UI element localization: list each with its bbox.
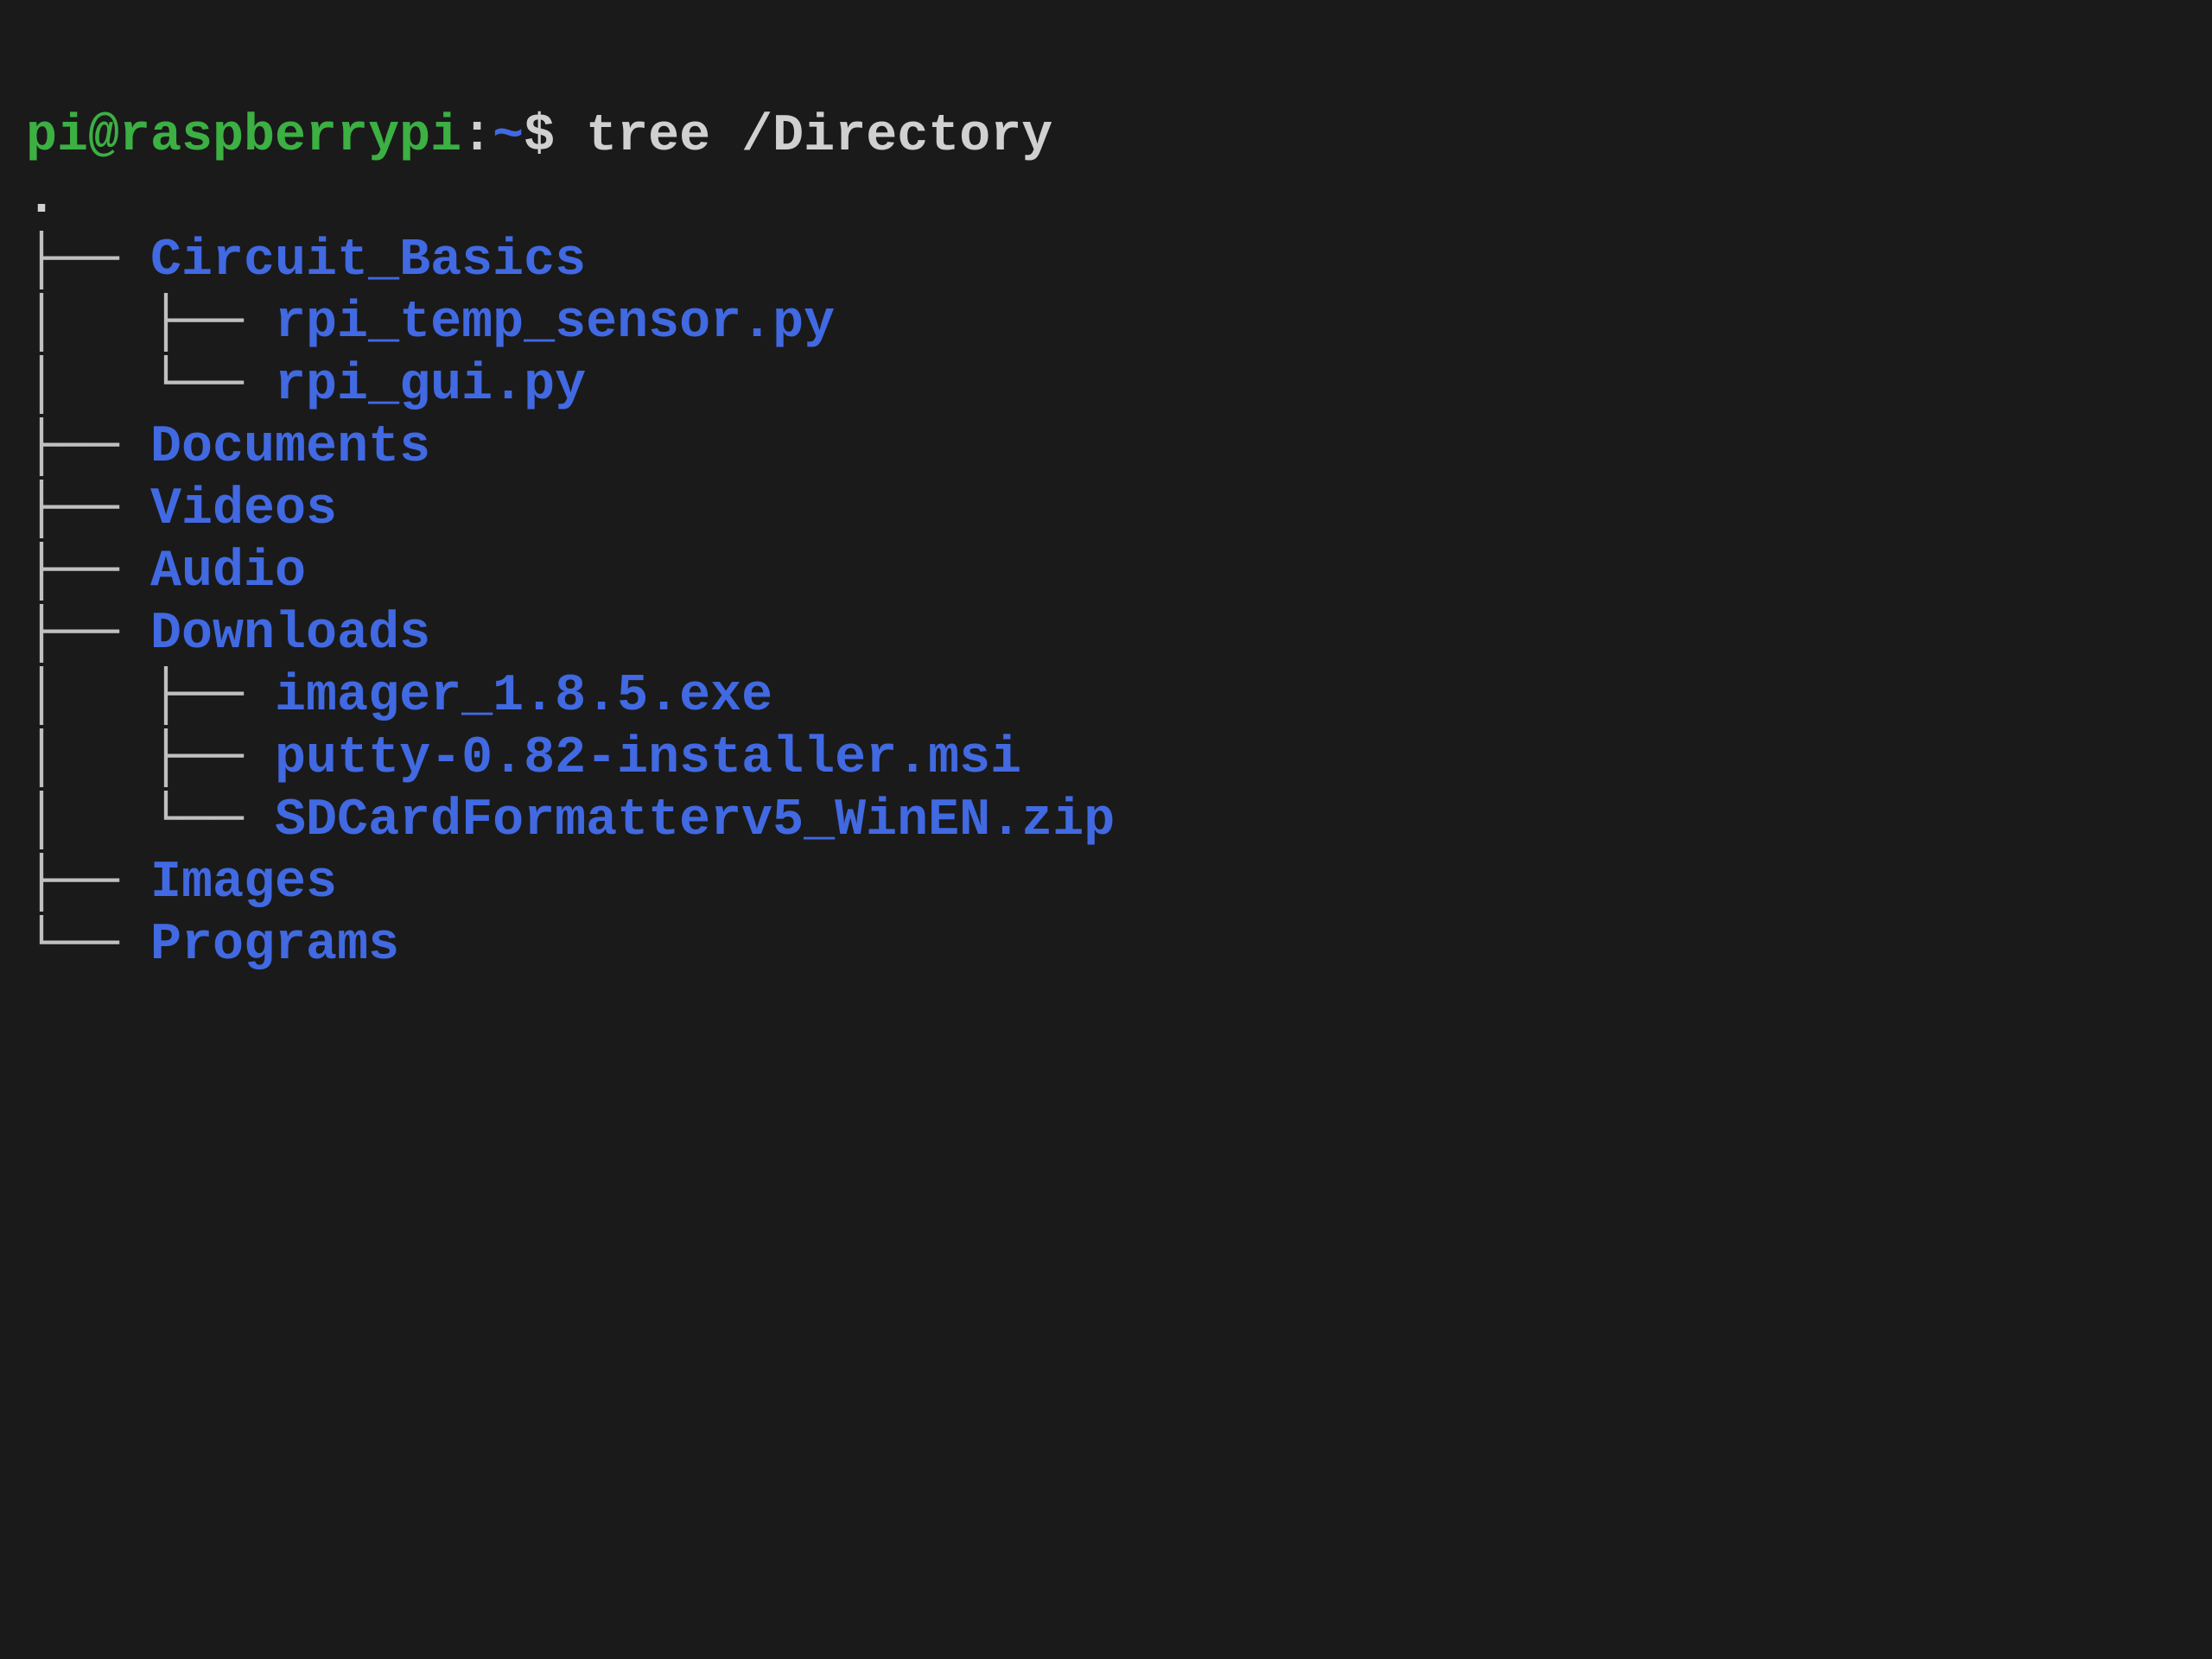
tree-entry-file: SDCardFormatterv5_WinEN.zip — [275, 791, 1115, 850]
tree-row: ├── Images — [26, 854, 337, 912]
tree-row: ├── Downloads — [26, 605, 430, 664]
tree-prefix: ├── — [26, 543, 150, 601]
prompt-path: ~ — [493, 107, 524, 166]
prompt-line: pi@raspberrypi:~$ tree /Directory — [26, 107, 1052, 166]
tree-root-dot: . — [26, 169, 57, 228]
tree-entry-dir: Programs — [150, 916, 399, 975]
tree-row: ├── Circuit_Basics — [26, 232, 586, 290]
tree-prefix: ├── — [26, 854, 150, 912]
tree-entry-file: putty-0.82-installer.msi — [275, 729, 1021, 788]
tree-row: └── Programs — [26, 916, 399, 975]
prompt-separator: : — [461, 107, 493, 166]
tree-prefix: ├── — [26, 232, 150, 290]
tree-entry-dir: Images — [150, 854, 337, 912]
tree-row: ├── Documents — [26, 418, 430, 477]
tree-entry-file: imager_1.8.5.exe — [275, 667, 772, 726]
command-text: tree /Directory — [586, 107, 1052, 166]
tree-prefix: │ ├── — [26, 729, 275, 788]
tree-entry-dir: Downloads — [150, 605, 430, 664]
tree-prefix: ├── — [26, 418, 150, 477]
tree-prefix: ├── — [26, 605, 150, 664]
tree-entry-dir: Videos — [150, 480, 337, 539]
tree-row: ├── Videos — [26, 480, 337, 539]
tree-prefix: │ ├── — [26, 294, 275, 353]
tree-row: │ └── SDCardFormatterv5_WinEN.zip — [26, 791, 1115, 850]
tree-prefix: │ ├── — [26, 667, 275, 726]
tree-entry-file: rpi_gui.py — [275, 356, 586, 415]
tree-entry-file: rpi_temp_sensor.py — [275, 294, 835, 353]
tree-prefix: │ └── — [26, 791, 275, 850]
tree-row: │ ├── imager_1.8.5.exe — [26, 667, 772, 726]
terminal-output: pi@raspberrypi:~$ tree /Directory . ├── … — [26, 43, 2186, 976]
tree-row: │ ├── putty-0.82-installer.msi — [26, 729, 1021, 788]
tree-prefix: │ └── — [26, 356, 275, 415]
tree-row: │ └── rpi_gui.py — [26, 356, 586, 415]
tree-entry-dir: Circuit_Basics — [150, 232, 586, 290]
tree-entry-dir: Documents — [150, 418, 430, 477]
tree-row: │ ├── rpi_temp_sensor.py — [26, 294, 835, 353]
prompt-user-host: pi@raspberrypi — [26, 107, 461, 166]
tree-prefix: └── — [26, 916, 150, 975]
tree-entry-dir: Audio — [150, 543, 306, 601]
tree-row: ├── Audio — [26, 543, 306, 601]
prompt-dollar: $ — [524, 107, 586, 166]
tree-prefix: ├── — [26, 480, 150, 539]
